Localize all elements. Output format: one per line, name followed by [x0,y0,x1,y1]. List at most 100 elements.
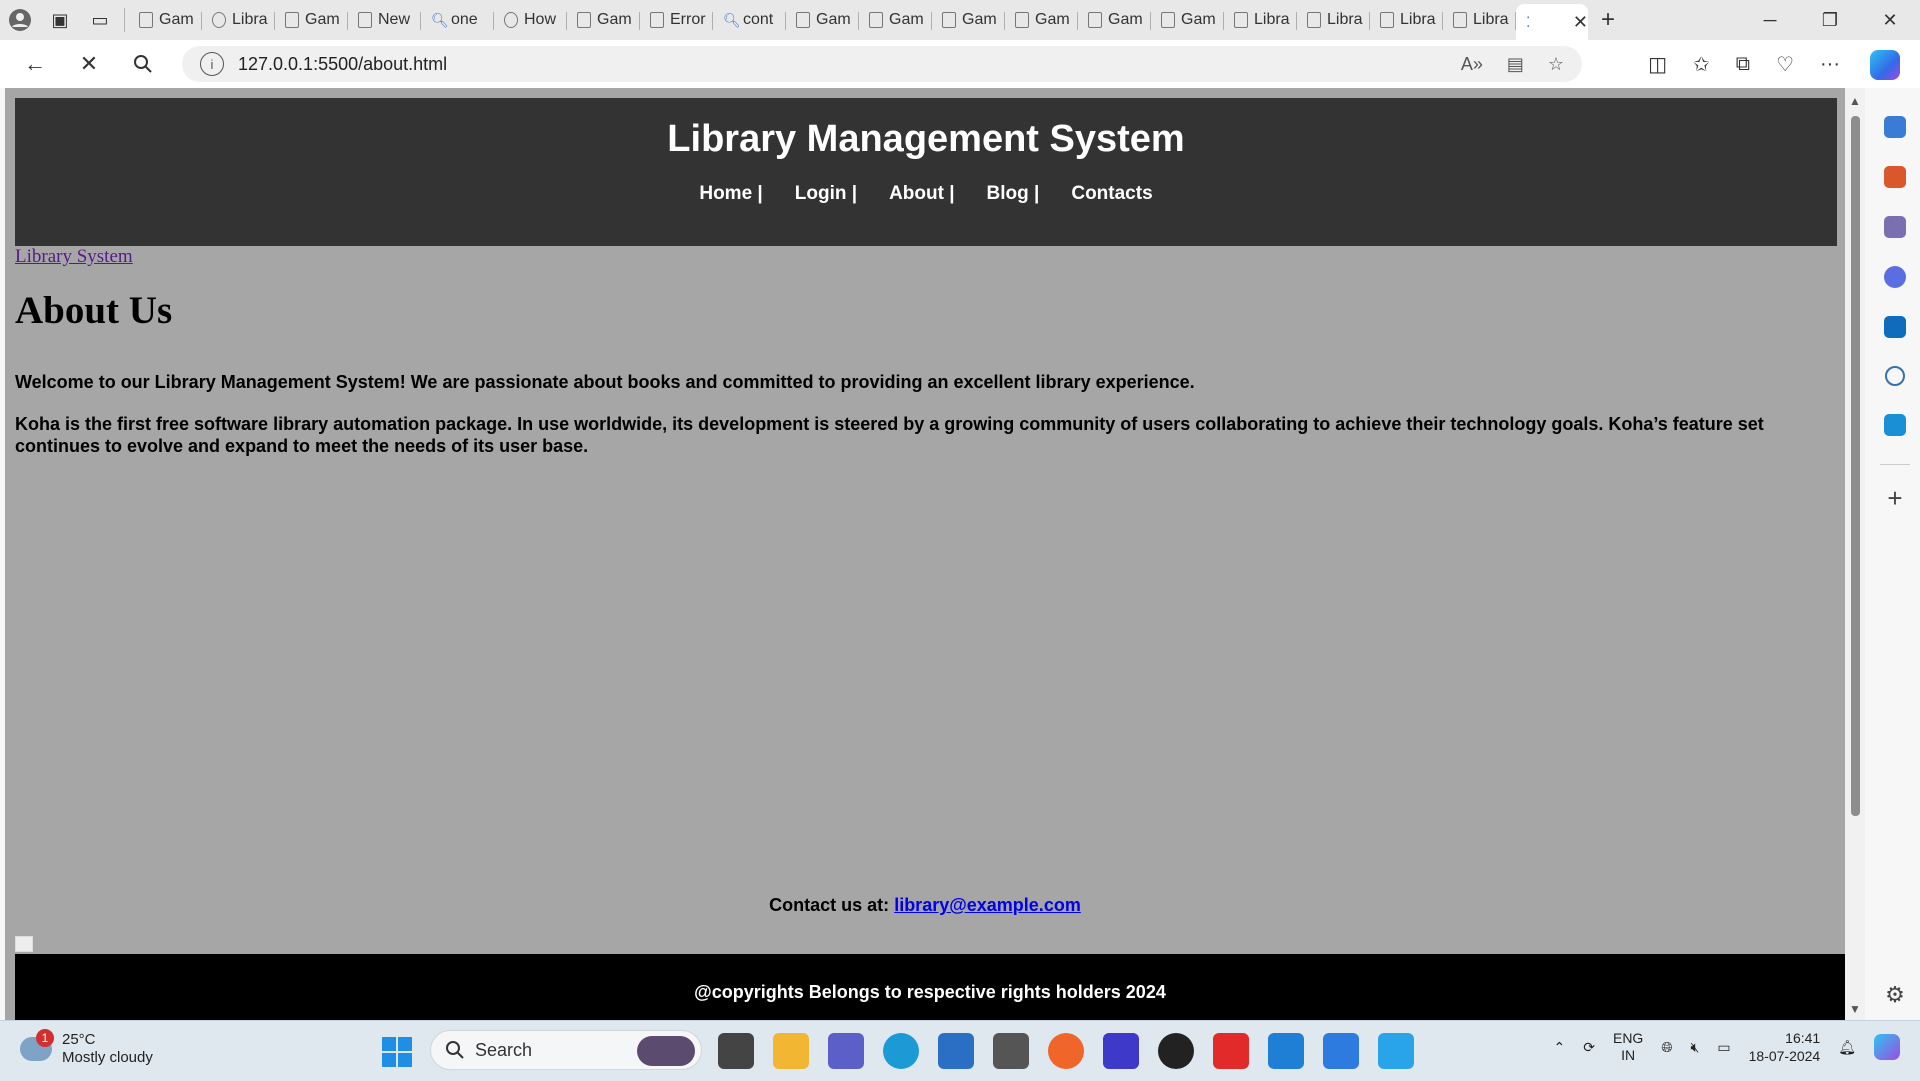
collections-icon[interactable]: ⧉ [1736,53,1750,76]
browser-essentials-icon[interactable]: ♡ [1776,52,1794,77]
nav-link-login[interactable]: Login | [795,183,857,205]
windows-start-icon[interactable] [382,1037,412,1067]
notepad-icon[interactable] [1323,1033,1359,1069]
page-icon [869,12,883,28]
lang-code: ENG [1612,1030,1644,1046]
tab[interactable]: Gam [1005,5,1078,35]
chevron-up-icon[interactable]: ⌃ [1554,1039,1566,1056]
immersive-reader-icon[interactable]: ▤ [1507,54,1524,75]
back-arrow-icon[interactable]: ← [8,44,62,84]
search-icon[interactable] [116,44,170,84]
vscode-icon[interactable] [1268,1033,1304,1069]
tab-label: Libra [1327,11,1363,28]
close-tab-icon[interactable]: ✕ [1573,12,1588,33]
add-sidebar-app-icon[interactable]: + [1887,483,1902,514]
url-text[interactable]: 127.0.0.1:5500/about.html [238,54,447,75]
workspaces-icon[interactable]: ▣ [40,0,80,40]
scroll-up-arrow-icon[interactable]: ▲ [1849,94,1861,108]
url-bar[interactable]: i 127.0.0.1:5500/about.html A» ▤ ☆ [182,46,1582,82]
file-explorer-icon[interactable] [773,1033,809,1069]
tab[interactable]: 🔍︎ one [421,5,494,35]
taskbar: 1 25°C Mostly cloudy Search ⌃ ⟳ ENG IN 🌐… [0,1020,1920,1081]
tab-active[interactable]: ⁚ ✕ [1516,4,1588,40]
nav-link-contacts[interactable]: Contacts [1071,183,1152,205]
tab[interactable]: Gam [932,5,1005,35]
profile-icon[interactable] [0,0,40,40]
contact-email-link[interactable]: library@example.com [894,895,1081,915]
network-globe-icon[interactable]: 🌐︎ [1661,1039,1672,1056]
globe-icon [212,12,226,28]
more-menu-icon[interactable]: ··· [1820,53,1840,76]
nav-link-blog[interactable]: Blog | [987,183,1040,205]
battery-icon[interactable]: ▭ [1717,1039,1730,1056]
tools-briefcase-icon[interactable] [1884,166,1906,188]
firefox-icon[interactable] [1048,1033,1084,1069]
store-icon[interactable] [938,1033,974,1069]
tab[interactable]: New [348,5,421,35]
favorites-icon[interactable]: ✩ [1693,52,1710,77]
page-icon [1380,12,1394,28]
paint-icon[interactable] [1378,1033,1414,1069]
vertical-tabs-icon[interactable]: ▭ [80,0,120,40]
stop-loading-icon[interactable]: ✕ [62,44,116,84]
tab-label: Gam [1181,11,1216,28]
vmware-icon[interactable] [1103,1033,1139,1069]
clock[interactable]: 16:41 18-07-2024 [1749,1029,1821,1065]
read-aloud-icon[interactable]: A» [1461,54,1483,75]
taskbar-search[interactable]: Search [430,1030,702,1070]
library-system-link[interactable]: Library System [15,246,133,268]
notification-bell-icon[interactable]: 🔔︎ [1838,1039,1856,1056]
tab-label: How [524,11,557,28]
tab[interactable]: Libra [1224,5,1297,35]
tab[interactable]: Gam [1151,5,1224,35]
restore-icon[interactable]: ❐ [1800,0,1860,40]
unity-icon[interactable] [993,1033,1029,1069]
task-view-icon[interactable] [718,1033,754,1069]
tab[interactable]: Gam [1078,5,1151,35]
copilot-taskbar-icon[interactable] [1874,1034,1900,1060]
language-indicator[interactable]: ENG IN [1613,1030,1643,1064]
tab[interactable]: Gam [567,5,640,35]
copilot-icon[interactable] [1870,50,1900,80]
tab[interactable]: Libra [202,5,275,35]
minimize-icon[interactable]: ─ [1740,0,1800,40]
tab[interactable]: Error [640,5,713,35]
site-info-icon[interactable]: i [200,52,224,76]
tab[interactable]: Libra [1370,5,1443,35]
outlook-icon[interactable] [1884,316,1906,338]
page-icon [650,12,664,28]
weather-widget[interactable]: 1 25°C Mostly cloudy [20,1029,153,1067]
favorite-star-icon[interactable]: ☆ [1548,54,1564,75]
tab[interactable]: Libra [1297,5,1370,35]
new-tab-icon[interactable]: + [1588,0,1628,40]
games-icon[interactable] [1884,216,1906,238]
nav-link-about[interactable]: About | [889,183,954,205]
youtube-icon[interactable] [1213,1033,1249,1069]
edge-icon[interactable] [883,1033,919,1069]
teams-icon[interactable] [828,1033,864,1069]
scroll-down-arrow-icon[interactable]: ▼ [1849,1002,1861,1016]
vertical-scrollbar[interactable]: ▲ ▼ [1845,88,1865,1020]
nav-link-home[interactable]: Home | [699,183,762,205]
gear-icon[interactable]: ⚙ [1885,982,1905,1008]
close-window-icon[interactable]: ✕ [1860,0,1920,40]
pinned-apps [718,1033,1414,1069]
scrollbar-thumb[interactable] [1851,116,1860,816]
split-screen-icon[interactable]: ◫ [1648,52,1667,77]
tab[interactable]: Gam [275,5,348,35]
tab[interactable]: Libra [1443,5,1516,35]
tab[interactable]: 🔍︎ cont [713,5,786,35]
volume-muted-icon[interactable]: 🔇︎ [1691,1039,1700,1056]
tab[interactable]: How [494,5,567,35]
microsoft365-icon[interactable] [1884,266,1906,288]
xbox-icon[interactable] [1158,1033,1194,1069]
tab[interactable]: Gam [859,5,932,35]
send-icon[interactable] [1884,414,1906,436]
tab[interactable]: Gam [129,5,202,35]
sync-icon[interactable]: ⟳ [1583,1039,1595,1056]
tab[interactable]: Gam [786,5,859,35]
search-icon[interactable] [1885,366,1905,386]
shopping-tag-icon[interactable] [1884,116,1906,138]
site-nav: Home | Login | About | Blog | Contacts [15,183,1837,205]
tab-label: Libra [1254,11,1290,28]
